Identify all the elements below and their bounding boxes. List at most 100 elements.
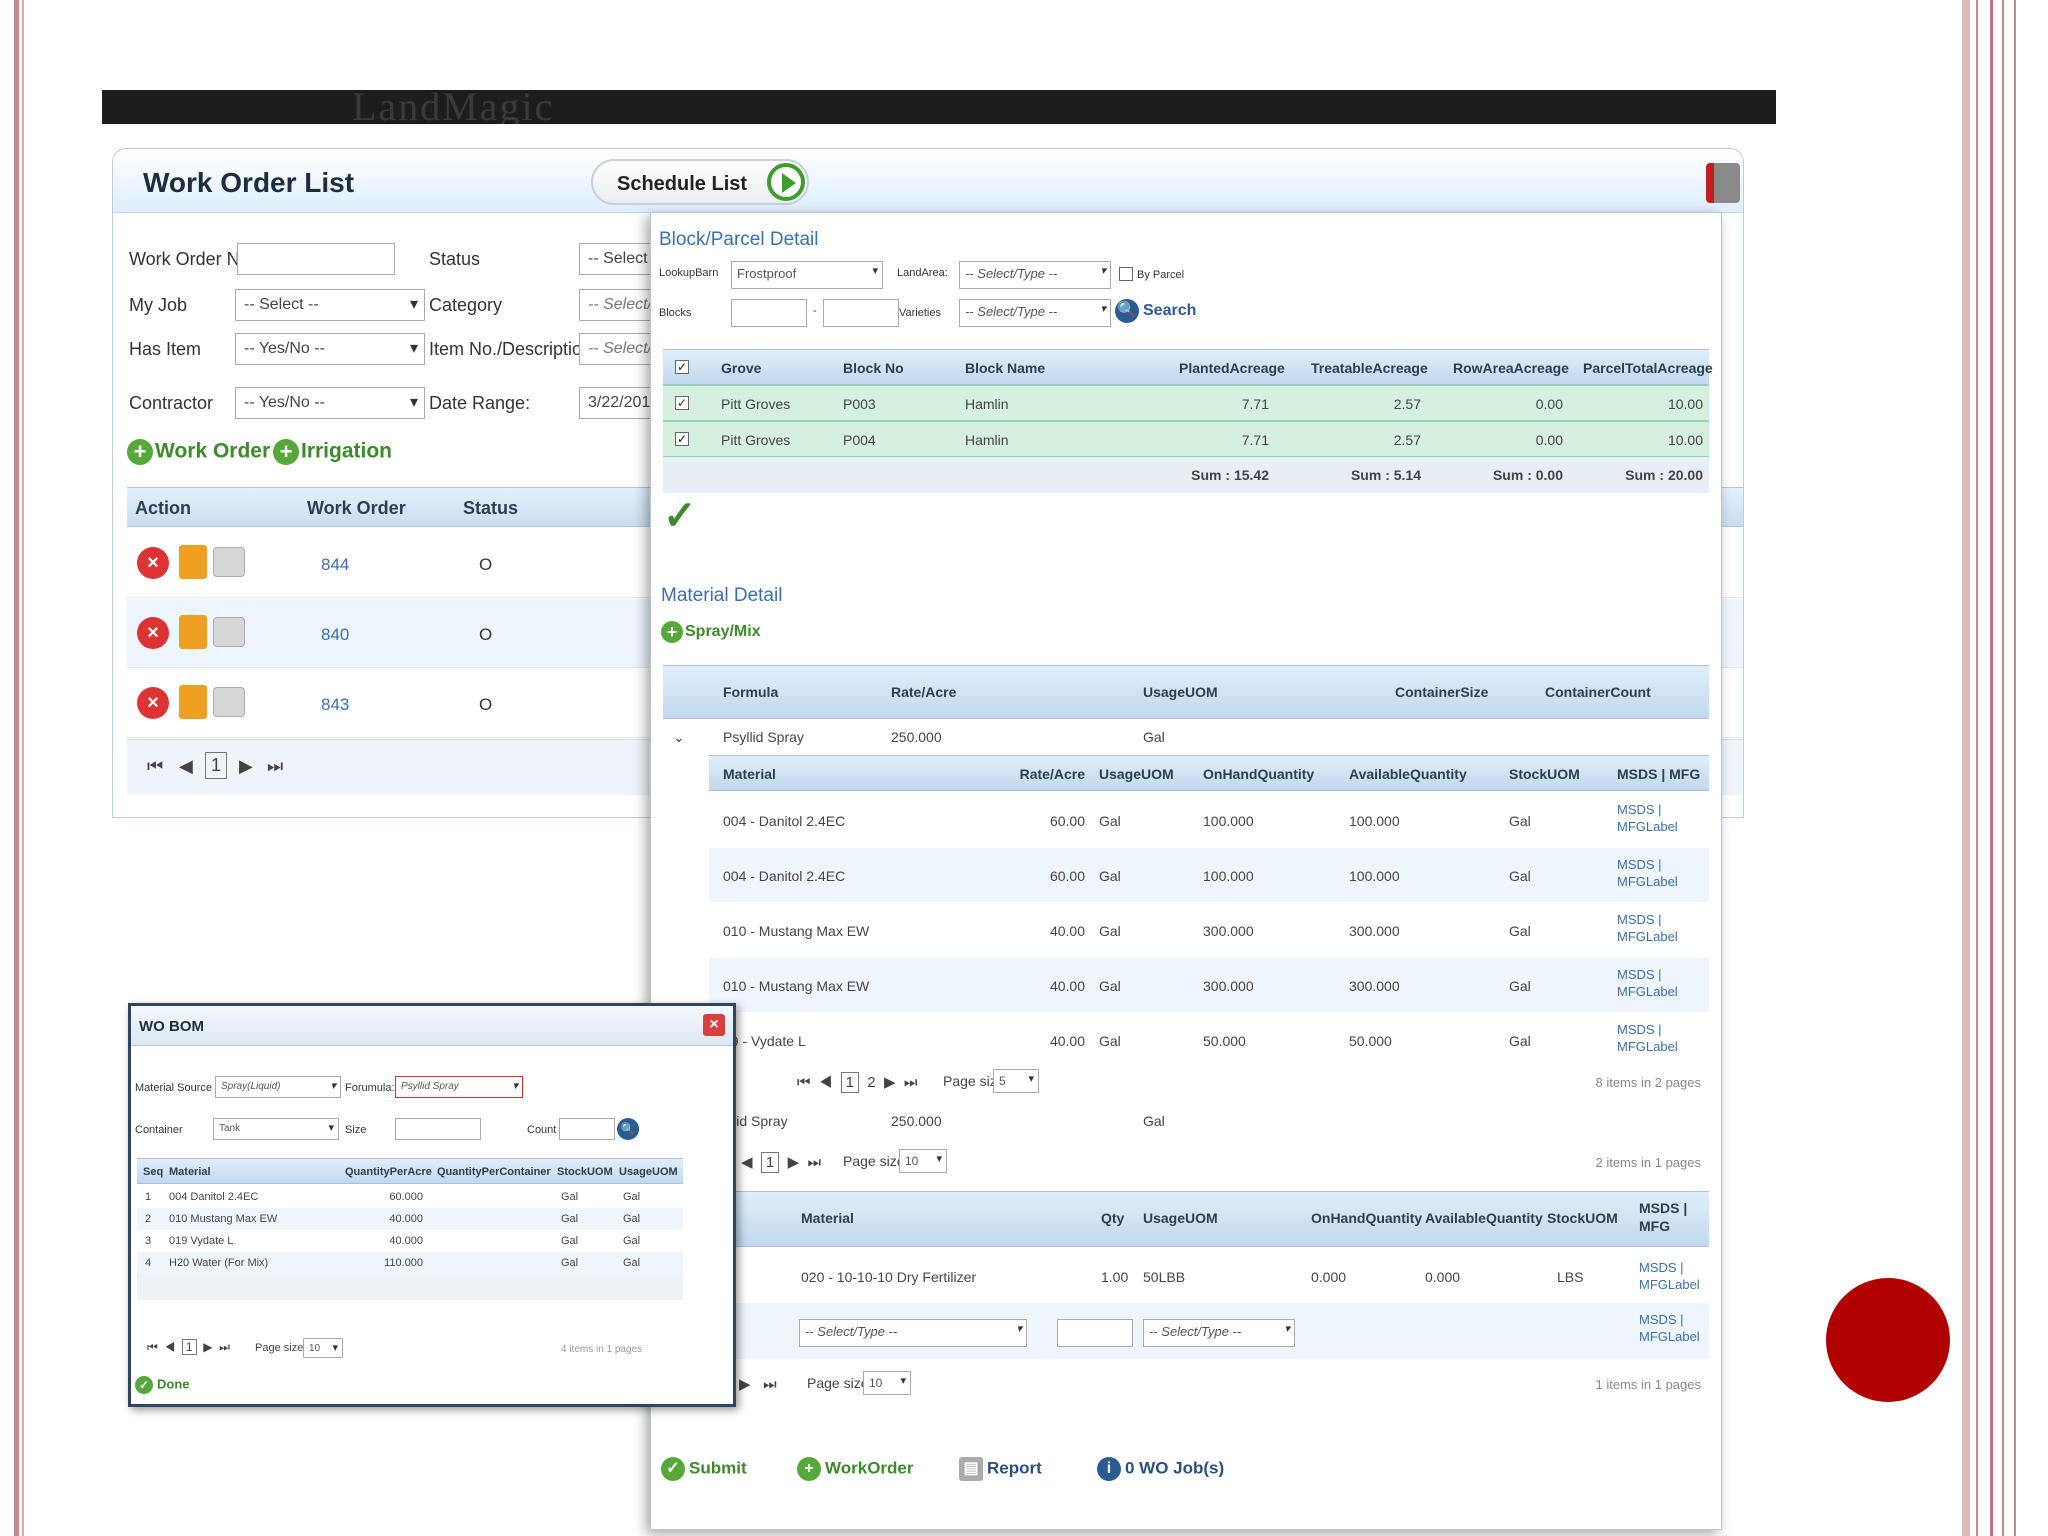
formula-select[interactable]: Psyllid Spray (395, 1076, 523, 1098)
search-icon[interactable]: 🔍 (617, 1118, 639, 1140)
page-size-select[interactable]: 10 (303, 1338, 343, 1358)
has-item-select[interactable]: -- Yes/No -- (235, 333, 425, 365)
print-icon[interactable] (213, 687, 245, 717)
column-header-qty-per-container[interactable]: QuantityPerContainer (437, 1166, 551, 1178)
page-size-select[interactable]: 10 (863, 1371, 911, 1395)
last-page-icon[interactable]: ⏭ (219, 1340, 230, 1354)
page-size-select[interactable]: 5 (993, 1069, 1039, 1093)
next-page-icon[interactable]: ▶ (203, 1340, 212, 1354)
report-button[interactable]: ▤ Report (959, 1457, 1042, 1481)
delete-icon[interactable]: × (137, 687, 169, 719)
page-number[interactable]: 1 (181, 1339, 197, 1355)
blocks-from-input[interactable] (731, 299, 807, 327)
prev-page-icon[interactable]: ◀ (819, 1074, 832, 1091)
column-header-usage-uom[interactable]: UsageUOM (1143, 684, 1218, 700)
submit-button[interactable]: ✓ Submit (661, 1457, 747, 1481)
column-header-container-size[interactable]: ContainerSize (1395, 684, 1488, 700)
column-header-block-no[interactable]: Block No (843, 360, 904, 376)
column-header-material[interactable]: Material (169, 1166, 211, 1178)
column-header-available-quantity[interactable]: AvailableQuantity (1349, 766, 1467, 782)
prev-page-icon[interactable]: ◀ (741, 1154, 753, 1171)
column-header-rate-acre[interactable]: Rate/Acre (891, 684, 956, 700)
blocks-to-input[interactable] (823, 299, 899, 327)
lookup-barn-select[interactable]: Frostproof (731, 261, 883, 289)
work-order-link[interactable]: 840 (321, 625, 349, 645)
msds-link[interactable]: MSDS | MFGLabel (1617, 1021, 1678, 1055)
new-qty-input[interactable] (1057, 1319, 1133, 1347)
column-header-treatable-acreage[interactable]: TreatableAcreage (1311, 360, 1428, 376)
column-header-qty[interactable]: Qty (1101, 1210, 1124, 1226)
new-usage-select[interactable]: -- Select/Type -- (1143, 1319, 1295, 1347)
msds-link[interactable]: MSDS | MFGLabel (1617, 801, 1678, 835)
column-header-seq[interactable]: Seq (143, 1166, 163, 1178)
contractor-select[interactable]: -- Yes/No -- (235, 387, 425, 419)
edit-icon[interactable] (179, 615, 207, 649)
column-header-row-area-acreage[interactable]: RowAreaAcreage (1453, 360, 1569, 376)
select-all-checkbox[interactable]: ✓ (675, 360, 689, 374)
work-order-link[interactable]: 844 (321, 555, 349, 575)
schedule-list-button[interactable]: Schedule List (591, 159, 809, 205)
prev-page-icon[interactable]: ◀ (164, 1340, 175, 1354)
column-header-msds-mfg[interactable]: MSDS | MFG (1617, 766, 1700, 782)
column-header-available-quantity[interactable]: AvailableQuantity (1425, 1210, 1543, 1226)
msds-link[interactable]: MSDS | MFGLabel (1617, 856, 1678, 890)
page-size-select[interactable]: 10 (899, 1149, 947, 1173)
column-header-usage-uom[interactable]: UsageUOM (1143, 1210, 1218, 1226)
prev-page-icon[interactable]: ◀ (179, 756, 193, 777)
next-page-icon[interactable]: ▶ (788, 1154, 800, 1171)
search-button[interactable]: 🔍 Search (1115, 299, 1196, 323)
delete-icon[interactable]: × (137, 547, 169, 579)
column-header-stock-uom[interactable]: StockUOM (1547, 1210, 1618, 1226)
confirm-check-icon[interactable]: ✓ (663, 493, 697, 539)
print-icon[interactable] (213, 617, 245, 647)
first-page-icon[interactable]: ⏮ (797, 1074, 811, 1091)
column-header-usage-uom[interactable]: UsageUOM (619, 1166, 678, 1178)
column-header-rate-acre[interactable]: Rate/Acre (979, 766, 1085, 782)
row-checkbox[interactable]: ✓ (675, 432, 689, 446)
add-work-order-button[interactable]: + Work Order (127, 439, 270, 465)
column-header-formula[interactable]: Formula (723, 684, 778, 700)
column-header-stock-uom[interactable]: StockUOM (1509, 766, 1580, 782)
table-row[interactable]: ✓ Pitt Groves P004 Hamlin 7.71 2.57 0.00… (663, 421, 1709, 457)
delete-icon[interactable]: × (137, 617, 169, 649)
add-irrigation-button[interactable]: + Irrigation (273, 439, 392, 465)
column-header-mfg[interactable]: MFG (1639, 1218, 1670, 1234)
next-page-icon[interactable]: ▶ (739, 1376, 751, 1393)
column-header-material[interactable]: Material (801, 1210, 854, 1226)
last-page-icon[interactable]: ⏭ (763, 1376, 777, 1393)
add-workorder-button[interactable]: + WorkOrder (797, 1457, 914, 1481)
work-order-no-input[interactable] (237, 243, 395, 275)
column-header-onhand-quantity[interactable]: OnHandQuantity (1311, 1210, 1422, 1226)
container-select[interactable]: Tank (213, 1118, 339, 1140)
count-input[interactable] (559, 1118, 615, 1140)
row-checkbox[interactable]: ✓ (675, 396, 689, 410)
land-area-select[interactable]: -- Select/Type -- (959, 261, 1111, 289)
column-header-status[interactable]: Status (463, 498, 518, 519)
column-header-block-name[interactable]: Block Name (965, 360, 1045, 376)
column-header-grove[interactable]: Grove (721, 360, 761, 376)
table-row[interactable]: ✓ Pitt Groves P003 Hamlin 7.71 2.57 0.00… (663, 385, 1709, 421)
page-number[interactable]: 1 (760, 1152, 780, 1173)
page-number-2[interactable]: 2 (867, 1074, 875, 1091)
next-page-icon[interactable]: ▶ (239, 756, 253, 777)
column-header-parcel-total-acreage[interactable]: ParcelTotalAcreage (1583, 360, 1713, 376)
close-icon[interactable]: × (703, 1014, 725, 1036)
msds-link[interactable]: MSDS | MFGLabel (1617, 966, 1678, 1000)
new-material-select[interactable]: -- Select/Type -- (799, 1319, 1027, 1347)
first-page-icon[interactable]: ⏮ (147, 1340, 158, 1354)
size-input[interactable] (395, 1118, 481, 1140)
page-number[interactable]: 1 (205, 752, 228, 779)
first-page-icon[interactable]: ⏮ (147, 756, 163, 777)
msds-link[interactable]: MSDS | MFGLabel (1639, 1311, 1700, 1345)
column-header-usage-uom[interactable]: UsageUOM (1099, 766, 1174, 782)
column-header-container-count[interactable]: ContainerCount (1545, 684, 1651, 700)
edit-icon[interactable] (179, 545, 207, 579)
msds-link[interactable]: MSDS | MFGLabel (1639, 1259, 1700, 1293)
work-order-link[interactable]: 843 (321, 695, 349, 715)
print-icon[interactable] (213, 547, 245, 577)
page-number-1[interactable]: 1 (840, 1072, 859, 1093)
material-source-select[interactable]: Spray(Liquid) (215, 1076, 341, 1098)
varieties-select[interactable]: -- Select/Type -- (959, 299, 1111, 327)
spray-mix-button[interactable]: + Spray/Mix (661, 621, 761, 643)
done-button[interactable]: ✓ Done (135, 1376, 190, 1394)
